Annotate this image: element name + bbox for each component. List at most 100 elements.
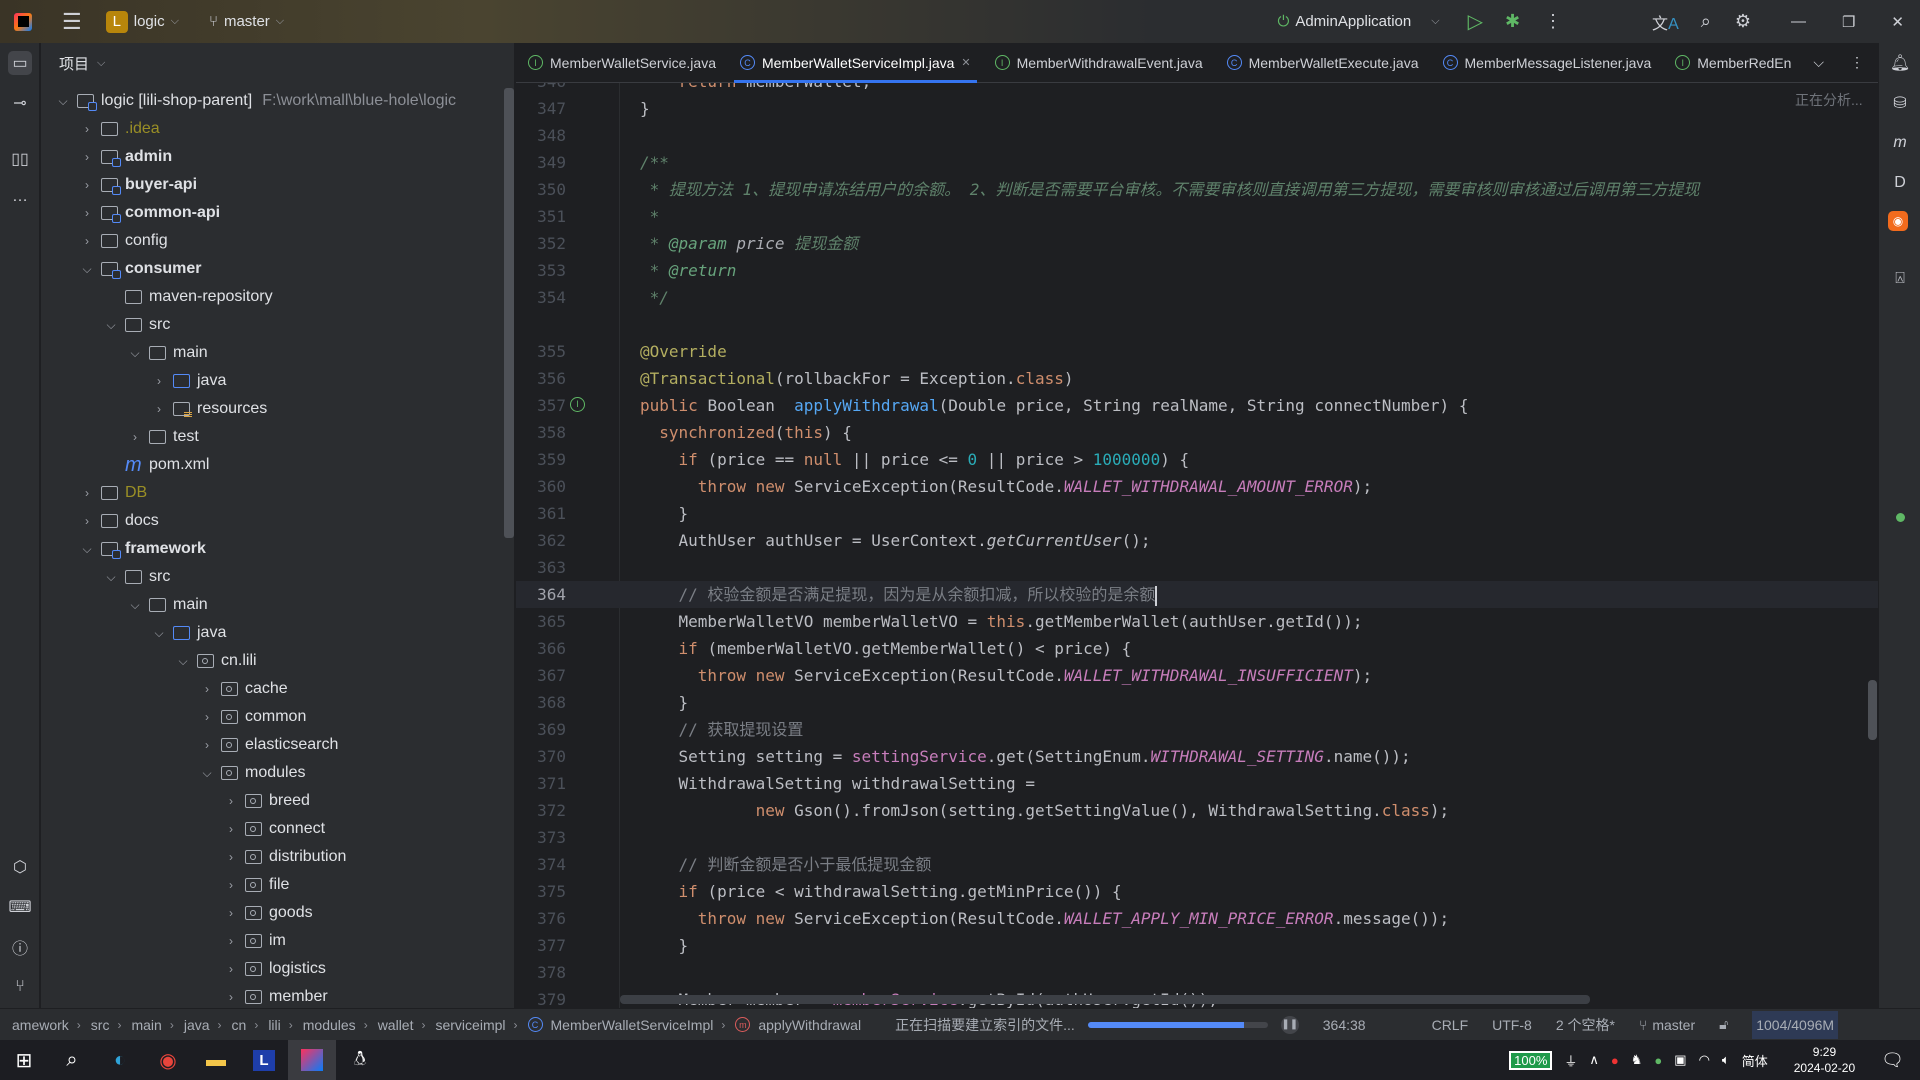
breadcrumb-item[interactable]: main › <box>131 1017 173 1033</box>
tree-item[interactable]: › member <box>41 983 501 1008</box>
commit-icon[interactable]: ⊸ <box>8 91 32 115</box>
edge-icon[interactable]: ◐ <box>96 1040 144 1080</box>
plugin-icon[interactable]: ◉ <box>1888 211 1908 231</box>
tree-item[interactable]: › goods <box>41 899 501 927</box>
more-icon[interactable]: ⋮ <box>1544 11 1562 32</box>
pause-icon[interactable]: ❚❚ <box>1280 1015 1299 1034</box>
debug-icon[interactable]: ✱ <box>1505 11 1520 32</box>
line-number[interactable]: 372 <box>516 797 566 824</box>
branch-switcher[interactable]: ⑂ master ⌵ <box>209 13 284 30</box>
database-icon[interactable]: ⛁ <box>1888 91 1912 115</box>
line-number[interactable]: 364 <box>516 581 566 608</box>
project-scrollbar[interactable] <box>504 88 514 538</box>
chevron-down-icon[interactable]: ⌵ <box>175 654 191 669</box>
problems-icon[interactable]: ⓘ <box>8 935 32 959</box>
line-number[interactable]: 376 <box>516 905 566 932</box>
line-number[interactable]: 378 <box>516 959 566 986</box>
chevron-right-icon[interactable]: › <box>79 206 95 220</box>
breadcrumb-item[interactable]: java › <box>184 1017 222 1033</box>
intellij-logo-icon[interactable] <box>14 12 32 31</box>
memory-indicator[interactable]: 1004/4096M <box>1752 1010 1839 1039</box>
tree-item[interactable]: › test <box>41 423 501 451</box>
line-number[interactable]: 355 <box>516 338 566 365</box>
line-number[interactable]: 375 <box>516 878 566 905</box>
lock-icon[interactable]: 🔓︎ <box>1719 1016 1728 1033</box>
tray-expand-icon[interactable]: ∧ <box>1589 1052 1599 1068</box>
search-icon[interactable]: ⌕ <box>1701 11 1711 32</box>
chevron-right-icon[interactable]: › <box>79 178 95 192</box>
chevron-right-icon[interactable]: › <box>151 374 167 388</box>
chrome-icon[interactable]: ◉ <box>144 1040 192 1080</box>
chevron-right-icon[interactable]: › <box>151 402 167 416</box>
tree-item[interactable]: › admin <box>41 143 501 171</box>
line-number[interactable]: 360 <box>516 473 566 500</box>
line-number[interactable]: 368 <box>516 689 566 716</box>
tree-item[interactable]: ⌵ modules <box>41 759 501 787</box>
tree-item[interactable]: › breed <box>41 787 501 815</box>
run-config-selector[interactable]: ⏻ AdminApplication ⌵ <box>1277 13 1439 30</box>
chevron-right-icon[interactable]: › <box>223 794 239 808</box>
l-app-icon[interactable]: L <box>240 1040 288 1080</box>
tab-membermessagelistener[interactable]: C MemberMessageListener.java <box>1431 43 1664 83</box>
tray-device-icon[interactable]: ▣ <box>1674 1052 1686 1068</box>
tree-item[interactable]: ⌵ consumer <box>41 255 501 283</box>
windows-start-icon[interactable]: ⊞ <box>0 1040 48 1080</box>
tree-item[interactable]: ⌵ src <box>41 311 501 339</box>
tree-item[interactable]: › im <box>41 927 501 955</box>
intellij-taskbar-icon[interactable] <box>288 1040 336 1080</box>
notification-center-icon[interactable]: 🗨︎ <box>1881 1050 1904 1071</box>
tree-item[interactable]: ⌵ main <box>41 339 501 367</box>
chevron-right-icon[interactable]: › <box>79 122 95 136</box>
chevron-right-icon[interactable]: › <box>223 850 239 864</box>
tab-memberwithdrawalevent[interactable]: I MemberWithdrawalEvent.java <box>983 43 1215 83</box>
tree-item[interactable]: › DB <box>41 479 501 507</box>
chevron-right-icon[interactable]: › <box>79 234 95 248</box>
tree-item[interactable]: ⌵ framework <box>41 535 501 563</box>
project-switcher[interactable]: L logic ⌵ <box>105 10 179 33</box>
chevron-right-icon[interactable]: › <box>223 962 239 976</box>
terminal-icon[interactable]: ⌨ <box>8 895 32 919</box>
tree-item[interactable]: m pom.xml <box>41 451 501 479</box>
line-number[interactable]: 350 <box>516 176 566 203</box>
line-number[interactable]: 356 <box>516 365 566 392</box>
translate-icon[interactable]: 文A <box>1652 10 1679 34</box>
line-number[interactable]: 367 <box>516 662 566 689</box>
chevron-down-icon[interactable]: ⌵ <box>79 262 95 277</box>
tree-item[interactable]: ⌵ cn.lili <box>41 647 501 675</box>
line-number[interactable]: 354 <box>516 284 566 311</box>
line-number[interactable]: 351 <box>516 203 566 230</box>
code-editor[interactable]: 346 return memberWallet;347}348349/**350… <box>516 83 1878 1008</box>
tabs-more-icon[interactable]: ⋮ <box>1836 54 1878 71</box>
breadcrumb-item[interactable]: lili › <box>268 1017 292 1033</box>
breadcrumb-item[interactable]: C MemberWalletServiceImpl › <box>527 1017 725 1033</box>
implements-method-icon[interactable]: I <box>570 397 585 412</box>
battery-indicator[interactable]: 100% <box>1509 1050 1553 1070</box>
clock[interactable]: 9:29 2024-02-20 <box>1794 1044 1855 1076</box>
tab-memberwalletexecute[interactable]: C MemberWalletExecute.java <box>1215 43 1431 83</box>
notifications-icon[interactable]: 🔔︎ <box>1888 51 1912 75</box>
tree-item[interactable]: › java <box>41 367 501 395</box>
chevron-right-icon[interactable]: › <box>79 486 95 500</box>
tree-item[interactable]: › distribution <box>41 843 501 871</box>
close-icon[interactable]: ✕ <box>1891 13 1904 31</box>
git-icon[interactable]: ⑂ <box>8 975 32 999</box>
tray-qq-icon[interactable]: ♞ <box>1631 1052 1643 1068</box>
tree-item[interactable]: › elasticsearch <box>41 731 501 759</box>
chevron-down-icon[interactable]: ⌵ <box>127 346 143 361</box>
line-number[interactable]: 353 <box>516 257 566 284</box>
breadcrumb-item[interactable]: modules › <box>303 1017 368 1033</box>
line-number[interactable]: 359 <box>516 446 566 473</box>
line-number[interactable]: 371 <box>516 770 566 797</box>
chevron-right-icon[interactable]: › <box>223 878 239 892</box>
tree-item[interactable]: › buyer-api <box>41 171 501 199</box>
chevron-right-icon[interactable]: › <box>199 682 215 696</box>
line-number[interactable]: 379 <box>516 986 566 1008</box>
tree-item[interactable]: › .idea <box>41 115 501 143</box>
chevron-down-icon[interactable]: ⌵ <box>55 94 71 109</box>
tab-memberwalletservice[interactable]: I MemberWalletService.java <box>516 43 728 83</box>
tree-item[interactable]: › logistics <box>41 955 501 983</box>
tabs-dropdown-icon[interactable]: ⌵ <box>1801 54 1836 71</box>
chevron-right-icon[interactable]: › <box>223 906 239 920</box>
line-number[interactable]: 370 <box>516 743 566 770</box>
chevron-down-icon[interactable]: ⌵ <box>199 766 215 781</box>
